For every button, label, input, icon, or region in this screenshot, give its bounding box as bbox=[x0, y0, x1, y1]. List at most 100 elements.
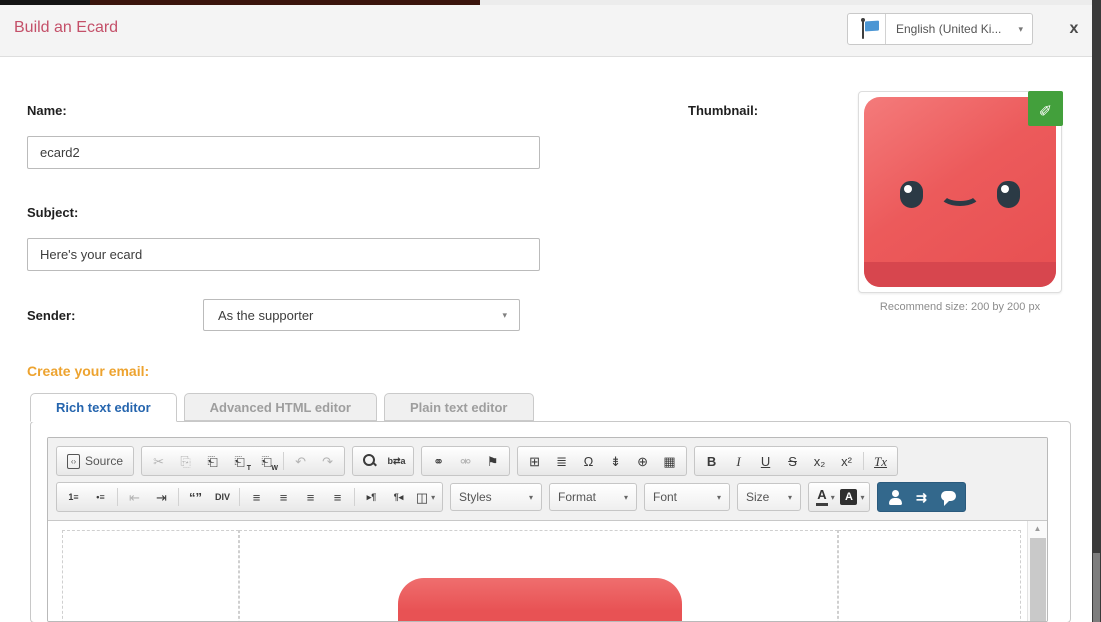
iframe-button[interactable]: ⊕ bbox=[629, 449, 656, 473]
editor-scrollbar[interactable]: ▲ bbox=[1027, 521, 1047, 621]
text-direction-ltr-icon: ▸¶ bbox=[367, 493, 377, 502]
toolbar-row-1: ‹›Source✂⎘⎗⎗T⎗W↶↷b⇄a⚭⚮⚑⊞≣Ω⇟⊕▦BIUSx₂x²Tx bbox=[56, 443, 1043, 479]
paste-from-word-badge: W bbox=[271, 465, 278, 472]
unlink-button[interactable]: ⚮ bbox=[452, 449, 479, 473]
speech-bubble-icon bbox=[941, 491, 956, 504]
page-break-button[interactable]: ⇟ bbox=[602, 449, 629, 473]
source-label: Source bbox=[85, 454, 123, 468]
strikethrough-button[interactable]: S bbox=[779, 449, 806, 473]
horizontal-rule-button[interactable]: ≣ bbox=[548, 449, 575, 473]
table-button[interactable]: ⊞ bbox=[521, 449, 548, 473]
background-color-button[interactable]: A▾ bbox=[839, 485, 866, 509]
redo-button[interactable]: ↷ bbox=[314, 449, 341, 473]
paste-button[interactable]: ⎗ bbox=[199, 449, 226, 473]
thumbnail-size-hint: Recommend size: 200 by 200 px bbox=[858, 301, 1062, 313]
align-left-button[interactable]: ≡ bbox=[243, 485, 270, 509]
flag-icon bbox=[848, 14, 886, 44]
thumbnail-box: ✎ bbox=[858, 91, 1062, 293]
create-email-label: Create your email: bbox=[27, 363, 149, 379]
toolbar-row-2: 1≡•≡⇤⇥“”DIV≡≡≡≡▸¶¶◂◫▾Styles▾Format▾Font▾… bbox=[56, 479, 1043, 515]
paste-icon: ⎗ bbox=[207, 455, 217, 468]
align-justify-button[interactable]: ≡ bbox=[324, 485, 351, 509]
language-icon: ◫ bbox=[416, 491, 428, 504]
paste-plain-text-button[interactable]: ⎗T bbox=[226, 449, 253, 473]
ecard-graphic bbox=[398, 578, 682, 622]
blockquote-icon: “” bbox=[189, 491, 202, 504]
sender-select[interactable]: As the supporter ▾ bbox=[203, 299, 520, 331]
image-button[interactable]: ▦ bbox=[656, 449, 683, 473]
bold-button[interactable]: B bbox=[698, 449, 725, 473]
scroll-up-icon[interactable]: ▲ bbox=[1028, 524, 1047, 533]
styles-dropdown[interactable]: Styles▾ bbox=[450, 483, 542, 511]
subscript-icon: x₂ bbox=[814, 455, 826, 468]
size-dropdown[interactable]: Size▾ bbox=[737, 483, 801, 511]
separator bbox=[283, 452, 284, 470]
source-icon: ‹› bbox=[67, 454, 80, 469]
toolbar-group: ✂⎘⎗⎗T⎗W↶↷ bbox=[141, 446, 345, 476]
editable-area[interactable]: ▲ bbox=[48, 521, 1047, 621]
source-button[interactable]: ‹› Source bbox=[60, 449, 130, 473]
tab-plain-text-editor[interactable]: Plain text editor bbox=[384, 393, 534, 421]
tab-advanced-html-editor[interactable]: Advanced HTML editor bbox=[184, 393, 377, 421]
sender-label: Sender: bbox=[27, 308, 75, 323]
name-input[interactable] bbox=[27, 136, 540, 169]
subscript-button[interactable]: x₂ bbox=[806, 449, 833, 473]
dialog-title: Build an Ecard bbox=[14, 19, 118, 37]
italic-button[interactable]: I bbox=[725, 449, 752, 473]
replace-button[interactable]: b⇄a bbox=[383, 449, 410, 473]
undo-button[interactable]: ↶ bbox=[287, 449, 314, 473]
format-dropdown[interactable]: Format▾ bbox=[549, 483, 637, 511]
chevron-down-icon: ▾ bbox=[831, 493, 835, 502]
language-selector[interactable]: English (United Ki... ▾ bbox=[847, 13, 1033, 45]
chevron-down-icon: ▾ bbox=[624, 493, 628, 502]
link-button[interactable]: ⚭ bbox=[425, 449, 452, 473]
chevron-down-icon: ▾ bbox=[717, 493, 721, 502]
font-dropdown[interactable]: Font▾ bbox=[644, 483, 730, 511]
toolbar-group: A▾A▾ bbox=[808, 482, 870, 512]
paste-from-word-icon: ⎗ bbox=[261, 455, 271, 468]
text-direction-rtl-button[interactable]: ¶◂ bbox=[385, 485, 412, 509]
numbered-list-button[interactable]: 1≡ bbox=[60, 485, 87, 509]
unlink-icon: ⚮ bbox=[460, 455, 471, 468]
text-direction-ltr-button[interactable]: ▸¶ bbox=[358, 485, 385, 509]
page-scrollbar-thumb[interactable] bbox=[1093, 553, 1100, 622]
align-center-button[interactable]: ≡ bbox=[270, 485, 297, 509]
blockquote-button[interactable]: “” bbox=[182, 485, 209, 509]
anchor-button[interactable]: ⚑ bbox=[479, 449, 506, 473]
align-right-button[interactable]: ≡ bbox=[297, 485, 324, 509]
close-button[interactable]: x bbox=[1062, 17, 1086, 41]
decrease-indent-button[interactable]: ⇤ bbox=[121, 485, 148, 509]
size-dropdown-label: Size bbox=[746, 490, 769, 504]
edit-thumbnail-button[interactable]: ✎ bbox=[1028, 91, 1063, 126]
separator bbox=[117, 488, 118, 506]
bulleted-list-button[interactable]: •≡ bbox=[87, 485, 114, 509]
subject-input[interactable] bbox=[27, 238, 540, 271]
text-color-button[interactable]: A▾ bbox=[812, 485, 839, 509]
background-color-icon: A bbox=[840, 489, 857, 505]
insert-message-button[interactable] bbox=[935, 485, 962, 509]
chevron-down-icon: ▾ bbox=[431, 493, 435, 502]
paste-from-word-button[interactable]: ⎗W bbox=[253, 449, 280, 473]
insert-contact-button[interactable] bbox=[881, 485, 908, 509]
underline-icon: U bbox=[761, 455, 770, 468]
cut-button[interactable]: ✂ bbox=[145, 449, 172, 473]
increase-indent-icon: ⇥ bbox=[156, 491, 167, 504]
remove-format-button[interactable]: Tx bbox=[867, 449, 894, 473]
language-button[interactable]: ◫▾ bbox=[412, 485, 439, 509]
div-container-button[interactable]: DIV bbox=[209, 485, 236, 509]
increase-indent-button[interactable]: ⇥ bbox=[148, 485, 175, 509]
special-character-button[interactable]: Ω bbox=[575, 449, 602, 473]
chevron-down-icon: ▾ bbox=[1018, 24, 1023, 35]
decrease-indent-icon: ⇤ bbox=[129, 491, 140, 504]
page-scrollbar[interactable] bbox=[1092, 0, 1101, 622]
underline-button[interactable]: U bbox=[752, 449, 779, 473]
toolbar-group: ⚭ ⚮ ⚑ bbox=[421, 446, 510, 476]
find-button[interactable] bbox=[356, 449, 383, 473]
chevron-down-icon: ▾ bbox=[529, 493, 533, 502]
tab-rich-text-editor[interactable]: Rich text editor bbox=[30, 393, 177, 422]
superscript-button[interactable]: x² bbox=[833, 449, 860, 473]
copy-button[interactable]: ⎘ bbox=[172, 449, 199, 473]
share-button[interactable]: ⇉ bbox=[908, 485, 935, 509]
chevron-down-icon: ▾ bbox=[502, 310, 507, 321]
editor-scrollbar-thumb[interactable] bbox=[1030, 538, 1046, 621]
